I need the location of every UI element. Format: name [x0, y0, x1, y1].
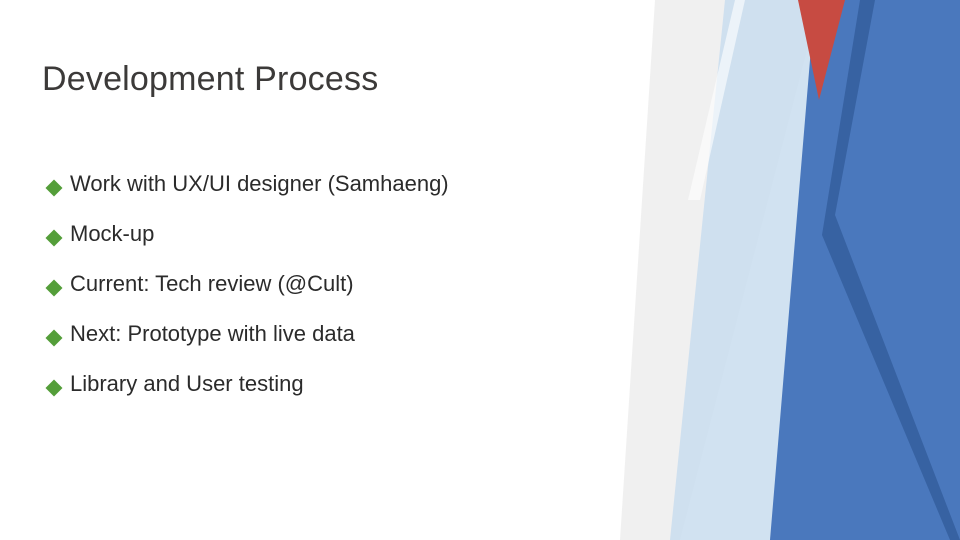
diamond-bullet-icon — [46, 230, 63, 247]
diamond-bullet-icon — [46, 330, 63, 347]
list-item: Next: Prototype with live data — [48, 321, 710, 347]
diamond-bullet-icon — [46, 280, 63, 297]
slide-content: Development Process Work with UX/UI desi… — [42, 60, 710, 421]
bullet-text: Mock-up — [70, 221, 154, 247]
bullet-text: Next: Prototype with live data — [70, 321, 355, 347]
list-item: Current: Tech review (@Cult) — [48, 271, 710, 297]
diamond-bullet-icon — [46, 380, 63, 397]
list-item: Mock-up — [48, 221, 710, 247]
diamond-bullet-icon — [46, 180, 63, 197]
bullet-text: Work with UX/UI designer (Samhaeng) — [70, 171, 449, 197]
bullet-text: Current: Tech review (@Cult) — [70, 271, 354, 297]
list-item: Library and User testing — [48, 371, 710, 397]
list-item: Work with UX/UI designer (Samhaeng) — [48, 171, 710, 197]
bullet-text: Library and User testing — [70, 371, 304, 397]
slide-title: Development Process — [42, 60, 710, 99]
bullet-list: Work with UX/UI designer (Samhaeng) Mock… — [42, 171, 710, 397]
